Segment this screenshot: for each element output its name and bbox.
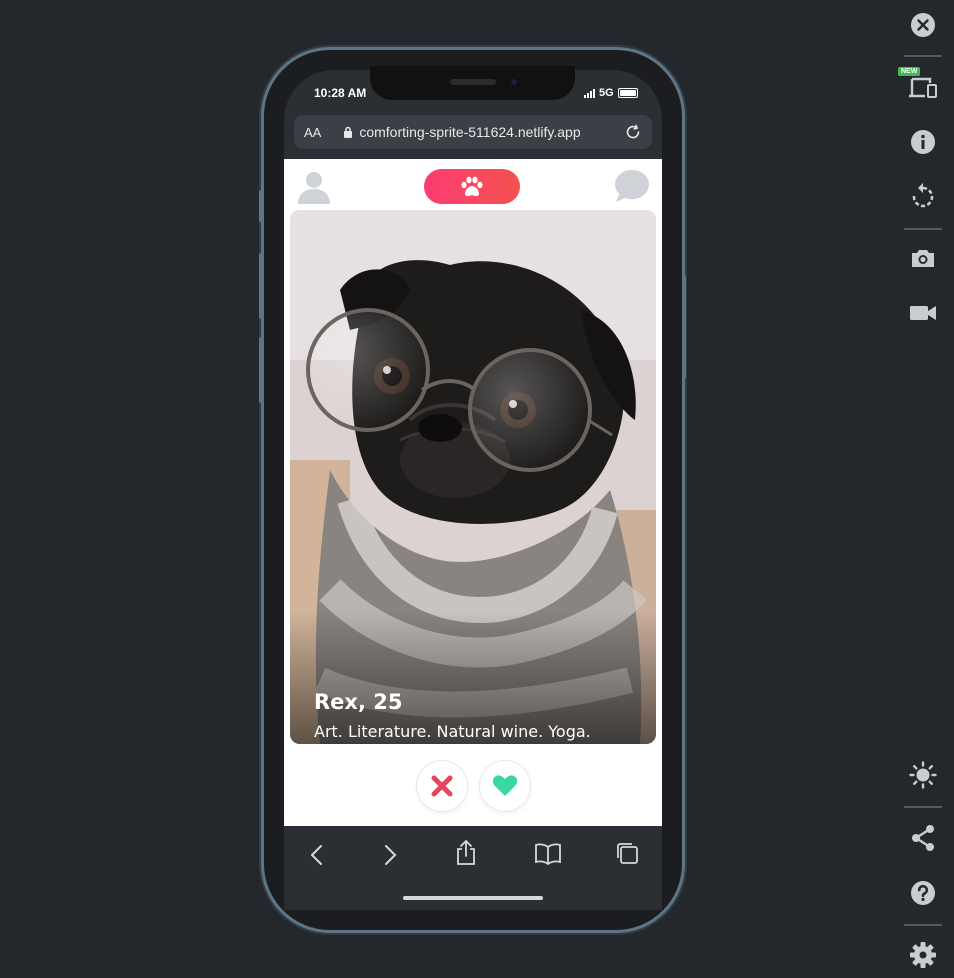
paw-icon bbox=[461, 176, 483, 196]
back-icon[interactable] bbox=[308, 843, 326, 867]
close-icon bbox=[911, 13, 935, 37]
app-logo-button[interactable] bbox=[424, 169, 520, 204]
info-icon bbox=[911, 130, 935, 154]
lock-icon bbox=[344, 126, 353, 138]
phone-speaker bbox=[450, 79, 496, 85]
profile-bio: Art. Literature. Natural wine. Yoga. bbox=[314, 722, 591, 741]
reload-icon[interactable] bbox=[624, 123, 642, 141]
profile-name: Rex, 25 bbox=[314, 690, 403, 714]
share-icon[interactable] bbox=[455, 840, 477, 866]
like-heart-icon bbox=[492, 775, 518, 796]
like-button[interactable] bbox=[480, 761, 530, 811]
help-button[interactable] bbox=[908, 878, 938, 908]
toolbar-divider bbox=[904, 55, 942, 57]
bookmarks-icon[interactable] bbox=[534, 843, 562, 865]
status-indicators: 5G bbox=[584, 87, 638, 99]
battery-icon bbox=[617, 88, 638, 98]
network-type: 5G bbox=[599, 87, 614, 99]
profile-photo bbox=[290, 210, 656, 744]
text-size-button[interactable]: AA bbox=[304, 125, 321, 140]
status-time: 10:28 AM bbox=[314, 86, 367, 100]
phone-power-button bbox=[682, 275, 686, 379]
url-text: comforting-sprite-511624.netlify.app bbox=[359, 124, 581, 140]
share-link-button[interactable] bbox=[908, 823, 938, 853]
new-badge: NEW bbox=[898, 67, 921, 76]
rotate-icon bbox=[912, 183, 934, 208]
phone-volume-down bbox=[259, 337, 263, 403]
screenshot-icon bbox=[912, 250, 934, 267]
phone-volume-up bbox=[259, 253, 263, 319]
home-indicator bbox=[403, 896, 543, 900]
info-button[interactable] bbox=[908, 127, 938, 157]
tabs-icon[interactable] bbox=[615, 841, 641, 867]
settings-button[interactable] bbox=[908, 940, 938, 970]
phone-camera bbox=[508, 76, 520, 88]
profile-card[interactable] bbox=[290, 210, 656, 744]
help-icon bbox=[911, 881, 935, 905]
devices-icon bbox=[909, 77, 937, 98]
toolbar-divider bbox=[904, 806, 942, 808]
phone-mute-switch bbox=[259, 190, 263, 222]
settings-icon bbox=[910, 942, 936, 968]
address-bar[interactable]: AA comforting-sprite-511624.netlify.app bbox=[294, 115, 652, 149]
forward-icon[interactable] bbox=[381, 843, 399, 867]
screenshot-button[interactable] bbox=[908, 243, 938, 273]
profile-icon[interactable] bbox=[296, 168, 332, 204]
toolbar-divider bbox=[904, 924, 942, 926]
close-button[interactable] bbox=[908, 10, 938, 40]
nope-icon bbox=[431, 775, 453, 797]
brightness-icon bbox=[909, 761, 937, 789]
url-display[interactable]: comforting-sprite-511624.netlify.app bbox=[343, 124, 624, 140]
rotate-button[interactable] bbox=[908, 181, 938, 211]
video-icon bbox=[910, 306, 936, 320]
toolbar-divider bbox=[904, 228, 942, 230]
record-video-button[interactable] bbox=[908, 298, 938, 328]
devices-button[interactable] bbox=[908, 73, 938, 103]
nope-button[interactable] bbox=[417, 761, 467, 811]
signal-icon bbox=[584, 88, 595, 98]
brightness-button[interactable] bbox=[908, 760, 938, 790]
share-link-icon bbox=[912, 825, 934, 851]
chat-icon[interactable] bbox=[613, 168, 651, 204]
